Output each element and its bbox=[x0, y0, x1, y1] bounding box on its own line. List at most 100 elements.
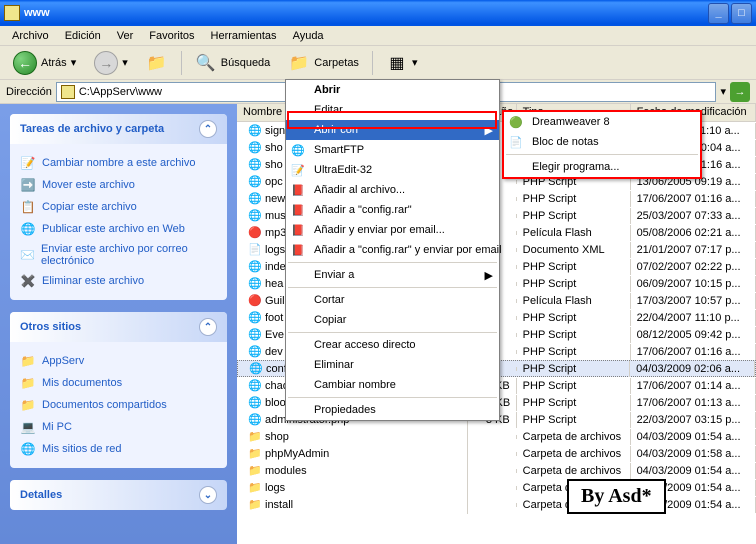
task-link[interactable]: 📋Copiar este archivo bbox=[20, 196, 217, 218]
file-row[interactable]: 📁phpMyAdminCarpeta de archivos04/03/2009… bbox=[237, 445, 756, 462]
task-link[interactable]: ✖️Eliminar este archivo bbox=[20, 270, 217, 292]
place-link[interactable]: 🌐Mis sitios de red bbox=[20, 438, 217, 460]
maximize-button[interactable]: □ bbox=[731, 3, 752, 24]
titlebar: www _ □ bbox=[0, 0, 756, 26]
menu-edicion[interactable]: Edición bbox=[57, 28, 109, 44]
menu-herramientas[interactable]: Herramientas bbox=[203, 28, 285, 44]
file-size bbox=[468, 503, 517, 507]
place-link[interactable]: 📁Documentos compartidos bbox=[20, 394, 217, 416]
sub-bloc-notas[interactable]: 📄Bloc de notas bbox=[504, 132, 700, 152]
menu-favoritos[interactable]: Favoritos bbox=[141, 28, 202, 44]
file-size bbox=[468, 486, 517, 490]
task-link[interactable]: ➡️Mover este archivo bbox=[20, 174, 217, 196]
file-name: new bbox=[265, 193, 285, 205]
separator bbox=[506, 154, 698, 155]
ctx-anadir-archivo[interactable]: 📕Añadir al archivo... bbox=[286, 180, 499, 200]
place-link[interactable]: 📁Mis documentos bbox=[20, 372, 217, 394]
file-date: 08/12/2005 09:42 p... bbox=[631, 327, 756, 343]
place-link[interactable]: 💻Mi PC bbox=[20, 416, 217, 438]
ctx-anadir-config[interactable]: 📕Añadir a "config.rar" bbox=[286, 200, 499, 220]
places-panel: Otros sitios ⌃ 📁AppServ📁Mis documentos📁D… bbox=[10, 312, 227, 468]
ctx-smartftp[interactable]: 🌐SmartFTP bbox=[286, 140, 499, 160]
task-icon: 🌐 bbox=[20, 221, 36, 237]
folders-icon: 📁 bbox=[288, 52, 310, 74]
back-icon: ← bbox=[13, 51, 37, 75]
file-name: logs bbox=[265, 482, 285, 494]
back-button[interactable]: ← Atrás ▾ bbox=[6, 48, 83, 78]
file-type: Carpeta de archivos bbox=[517, 446, 631, 462]
file-name: Eve bbox=[265, 329, 284, 341]
xml-icon: 📄 bbox=[247, 243, 263, 257]
sub-elegir-programa[interactable]: Elegir programa... bbox=[504, 157, 700, 177]
task-icon: 📋 bbox=[20, 199, 36, 215]
dreamweaver-icon: 🟢 bbox=[508, 114, 524, 130]
ctx-anadir-enviar[interactable]: 📕Añadir y enviar por email... bbox=[286, 220, 499, 240]
file-name: foot bbox=[265, 312, 283, 324]
place-icon: 📁 bbox=[20, 375, 36, 391]
file-row[interactable]: 📁logsCarpeta de archivos04/03/2009 01:54… bbox=[237, 479, 756, 496]
go-button[interactable]: → bbox=[730, 82, 750, 102]
file-row[interactable]: 📁installCarpeta de archivos04/03/2009 01… bbox=[237, 496, 756, 513]
file-name: install bbox=[265, 499, 293, 511]
place-link[interactable]: 📁AppServ bbox=[20, 350, 217, 372]
separator bbox=[288, 332, 497, 333]
chevron-up-icon: ⌃ bbox=[199, 318, 217, 336]
file-row[interactable]: 📁shopCarpeta de archivos04/03/2009 01:54… bbox=[237, 428, 756, 445]
folder-icon bbox=[4, 5, 20, 21]
ctx-editar[interactable]: Editar bbox=[286, 100, 499, 120]
context-menu: Abrir Editar Abrir con▶ 🌐SmartFTP 📝Ultra… bbox=[285, 79, 500, 421]
file-date: 07/02/2007 02:22 p... bbox=[631, 259, 756, 275]
menubar: Archivo Edición Ver Favoritos Herramient… bbox=[0, 26, 756, 46]
ctx-eliminar[interactable]: Eliminar bbox=[286, 355, 499, 375]
file-row[interactable]: 📁modulesCarpeta de archivos04/03/2009 01… bbox=[237, 462, 756, 479]
menu-ayuda[interactable]: Ayuda bbox=[285, 28, 332, 44]
up-button[interactable]: 📁 bbox=[139, 49, 175, 77]
file-type: Película Flash bbox=[517, 293, 631, 309]
notepad-icon: 📄 bbox=[508, 134, 524, 150]
file-type: PHP Script bbox=[517, 191, 631, 207]
place-icon: 📁 bbox=[20, 397, 36, 413]
view-button[interactable]: ▦ ▾ bbox=[379, 49, 425, 77]
ctx-copiar[interactable]: Copiar bbox=[286, 310, 499, 330]
tasks-panel-header[interactable]: Tareas de archivo y carpeta ⌃ bbox=[10, 114, 227, 144]
php-icon: 🌐 bbox=[247, 311, 263, 325]
ctx-ultraedit[interactable]: 📝UltraEdit-32 bbox=[286, 160, 499, 180]
file-date: 17/06/2007 01:16 a... bbox=[631, 191, 756, 207]
menu-archivo[interactable]: Archivo bbox=[4, 28, 57, 44]
ctx-enviar-a[interactable]: Enviar a▶ bbox=[286, 265, 499, 285]
file-type: PHP Script bbox=[517, 327, 631, 343]
forward-button[interactable]: → ▾ bbox=[87, 48, 135, 78]
ctx-cortar[interactable]: Cortar bbox=[286, 290, 499, 310]
folders-button[interactable]: 📁 Carpetas bbox=[281, 49, 366, 77]
php-icon: 🌐 bbox=[247, 328, 263, 342]
file-size bbox=[468, 452, 517, 456]
task-link[interactable]: ✉️Enviar este archivo por correo electró… bbox=[20, 240, 217, 270]
ctx-abrir[interactable]: Abrir bbox=[286, 80, 499, 100]
details-panel-header[interactable]: Detalles ⌄ bbox=[10, 480, 227, 510]
file-name: mus bbox=[265, 210, 286, 222]
php-icon: 🌐 bbox=[247, 141, 263, 155]
ctx-propiedades[interactable]: Propiedades bbox=[286, 400, 499, 420]
separator bbox=[372, 51, 373, 75]
sub-dreamweaver[interactable]: 🟢Dreamweaver 8 bbox=[504, 112, 700, 132]
ctx-abrir-con[interactable]: Abrir con▶ bbox=[286, 120, 499, 140]
file-name: shop bbox=[265, 431, 289, 443]
chevron-down-icon: ⌄ bbox=[199, 486, 217, 504]
ctx-anadir-config-enviar[interactable]: 📕Añadir a "config.rar" y enviar por emai… bbox=[286, 240, 499, 260]
file-type: PHP Script bbox=[517, 276, 631, 292]
ctx-acceso-directo[interactable]: Crear acceso directo bbox=[286, 335, 499, 355]
ctx-cambiar-nombre[interactable]: Cambiar nombre bbox=[286, 375, 499, 395]
file-date: 22/04/2007 11:10 p... bbox=[631, 310, 756, 326]
file-date: 22/03/2007 03:15 p... bbox=[631, 412, 756, 428]
task-link[interactable]: 🌐Publicar este archivo en Web bbox=[20, 218, 217, 240]
minimize-button[interactable]: _ bbox=[708, 3, 729, 24]
place-icon: 🌐 bbox=[20, 441, 36, 457]
menu-ver[interactable]: Ver bbox=[109, 28, 142, 44]
task-link[interactable]: 📝Cambiar nombre a este archivo bbox=[20, 152, 217, 174]
search-button[interactable]: 🔍 Búsqueda bbox=[188, 49, 278, 77]
places-panel-header[interactable]: Otros sitios ⌃ bbox=[10, 312, 227, 342]
flash-icon: 🔴 bbox=[247, 226, 263, 240]
dropdown-icon[interactable]: ▾ bbox=[720, 85, 726, 98]
address-label: Dirección bbox=[6, 86, 52, 98]
file-date: 04/03/2009 02:06 a... bbox=[630, 361, 755, 377]
